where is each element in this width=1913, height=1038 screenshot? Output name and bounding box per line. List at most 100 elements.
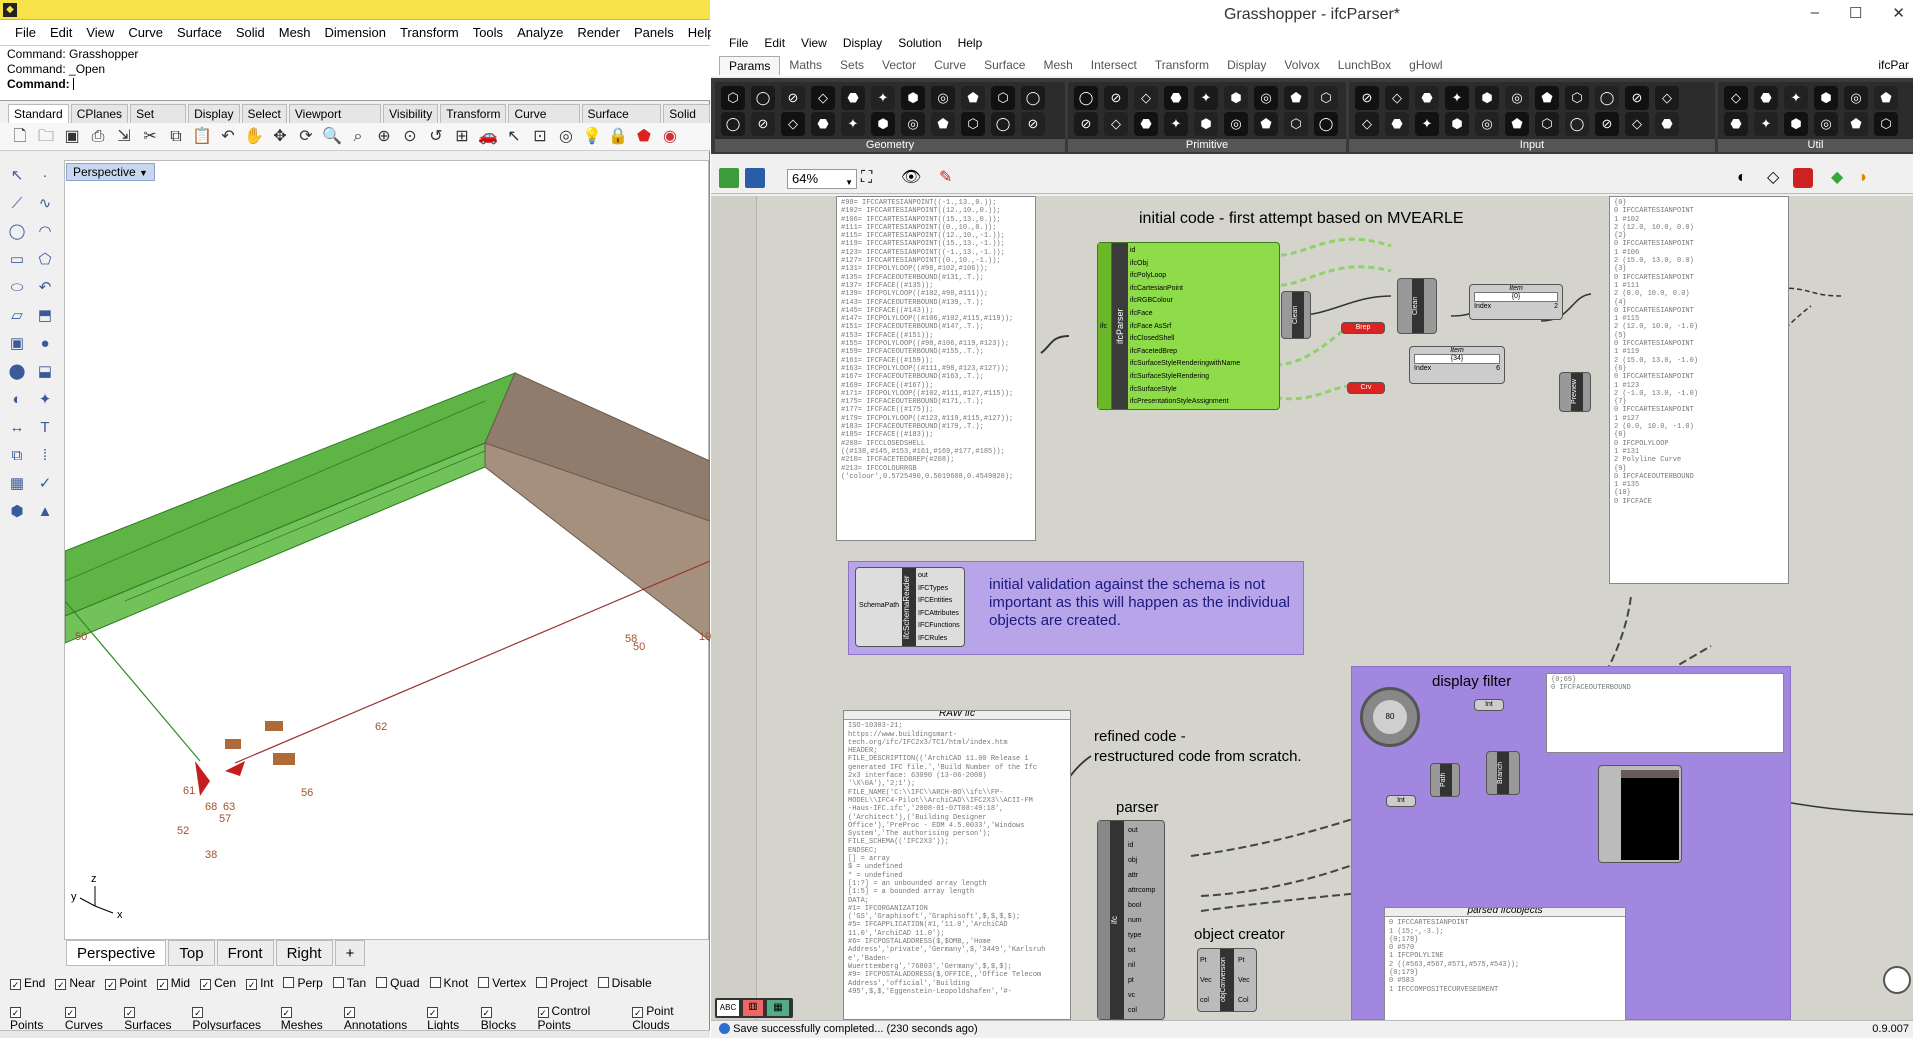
viewport-tab-front[interactable]: Front xyxy=(216,940,274,966)
clean-component-2[interactable]: Clean xyxy=(1397,278,1437,334)
palette-component-icon[interactable]: ◎ xyxy=(1224,112,1248,136)
zoom-extents-icon[interactable]: ⊕ xyxy=(372,125,396,149)
palette-component-icon[interactable]: ⬡ xyxy=(1284,112,1308,136)
validation-group[interactable]: SchemaPath ifcSchemaReader out IFCTypes IF… xyxy=(848,561,1304,655)
parser-output-port[interactable]: id xyxy=(1128,838,1155,853)
target-icon[interactable]: ◎ xyxy=(554,125,578,149)
filter-checkbox[interactable]: ✓ xyxy=(192,1007,204,1018)
toolbar-tab[interactable]: Solid T xyxy=(663,104,710,135)
parser-output-port[interactable]: obj xyxy=(1128,853,1155,868)
palette-component-icon[interactable]: ⬟ xyxy=(1284,86,1308,110)
toolbar-tab[interactable]: Curve Tools xyxy=(508,104,580,135)
menu-item-mesh[interactable]: Mesh xyxy=(272,25,318,40)
parser-output-port[interactable]: type xyxy=(1128,928,1155,943)
filter-checkbox[interactable]: ✓ xyxy=(632,1007,644,1018)
dimension-icon[interactable]: ↔ xyxy=(6,417,28,439)
osnap-checkbox[interactable] xyxy=(332,977,344,988)
selected-preview-icon[interactable]: ◆ xyxy=(1831,168,1851,188)
osnap-checkbox[interactable] xyxy=(283,977,295,988)
gh-tab-params[interactable]: Params xyxy=(719,55,781,75)
palette-component-icon[interactable]: ⬢ xyxy=(1445,112,1469,136)
osnap-checkbox[interactable] xyxy=(536,977,548,988)
sketch-pen-icon[interactable]: ✎ xyxy=(939,168,959,188)
zoom-extents-icon[interactable]: ⛶ xyxy=(861,168,881,188)
ifcparser-output-port[interactable]: ifcPolyLoop xyxy=(1130,270,1278,283)
add-viewport-button[interactable]: + xyxy=(334,940,366,966)
filter-surfaces[interactable]: ✓Surfaces xyxy=(124,1004,182,1032)
osnap-tan[interactable]: Tan xyxy=(332,976,366,990)
menu-item-view[interactable]: View xyxy=(79,25,121,40)
schema-output-port[interactable]: IFCAttributes xyxy=(918,608,960,621)
parser-output-port[interactable]: pt xyxy=(1128,973,1155,988)
palette-component-icon[interactable]: ⬣ xyxy=(811,112,835,136)
palette-component-icon[interactable]: ◇ xyxy=(781,112,805,136)
palette-component-icon[interactable]: ⬟ xyxy=(1254,112,1278,136)
osnap-checkbox[interactable]: ✓ xyxy=(200,979,212,990)
palette-component-icon[interactable]: ⬢ xyxy=(1475,86,1499,110)
gh-menu-solution[interactable]: Solution xyxy=(890,36,949,50)
move-icon[interactable]: ✥ xyxy=(268,125,292,149)
palette-component-icon[interactable]: ◯ xyxy=(751,86,775,110)
osnap-knot[interactable]: Knot xyxy=(429,976,468,990)
navigation-compass-icon[interactable] xyxy=(1883,966,1911,994)
filter-checkbox[interactable]: ✓ xyxy=(537,1007,549,1018)
palette-component-icon[interactable]: ⊘ xyxy=(1074,112,1098,136)
palette-component-icon[interactable]: ⬣ xyxy=(1655,112,1679,136)
osnap-project[interactable]: Project xyxy=(536,976,588,990)
palette-component-icon[interactable]: ◎ xyxy=(1254,86,1278,110)
toolbar-tab[interactable]: Select xyxy=(241,104,287,123)
ifcparser-output-port[interactable]: ifcFace AsSrf xyxy=(1130,321,1278,334)
color-swatch-component[interactable] xyxy=(1598,765,1682,863)
close-icon[interactable]: ✕ xyxy=(1892,4,1905,22)
menu-item-surface[interactable]: Surface xyxy=(170,25,229,40)
dice-icon[interactable]: ⚅ xyxy=(743,1000,763,1016)
palette-component-icon[interactable]: ✦ xyxy=(1784,86,1808,110)
ifcparser-output-port[interactable]: ifcFace xyxy=(1130,308,1278,321)
toolbar-tab[interactable]: Visibility xyxy=(383,104,439,123)
palette-component-icon[interactable]: ◇ xyxy=(1655,86,1679,110)
filter-checkbox[interactable]: ✓ xyxy=(10,1007,21,1018)
ifcparser-output-port[interactable]: ifcObj xyxy=(1130,258,1278,271)
osnap-checkbox[interactable] xyxy=(478,977,490,988)
analyze-icon[interactable]: ▲ xyxy=(34,501,56,523)
viewport-menu-chevron-icon[interactable]: ▼ xyxy=(139,168,148,178)
gh-tab-mesh[interactable]: Mesh xyxy=(1034,56,1081,74)
osnap-checkbox[interactable] xyxy=(429,977,441,988)
obj-output-port[interactable]: Pt xyxy=(1238,951,1250,971)
ifcparser-output-port[interactable]: id xyxy=(1130,245,1278,258)
menu-item-render[interactable]: Render xyxy=(570,25,627,40)
palette-component-icon[interactable]: ✦ xyxy=(841,112,865,136)
copy-icon[interactable]: ⧉ xyxy=(164,125,188,149)
branch-component[interactable]: Branch xyxy=(1486,751,1520,795)
gh-tab-vector[interactable]: Vector xyxy=(873,56,925,74)
display-filter-group[interactable]: display filter 80 Int Int Path Branch {0… xyxy=(1351,666,1791,1020)
palette-component-icon[interactable]: ⬢ xyxy=(1784,112,1808,136)
toolbar-tab[interactable]: Surface Tools xyxy=(581,104,662,135)
mesh-icon[interactable]: ▦ xyxy=(6,473,28,495)
list-item-component[interactable]: Item {0} Index 2 xyxy=(1469,284,1563,320)
arc-icon[interactable]: ◠ xyxy=(34,221,56,243)
osnap-checkbox[interactable] xyxy=(376,977,388,988)
osnap-end[interactable]: ✓ End xyxy=(10,976,45,990)
import-icon[interactable]: ⇲ xyxy=(112,125,136,149)
path-component[interactable]: Path xyxy=(1430,763,1460,797)
palette-component-icon[interactable]: ⊘ xyxy=(751,112,775,136)
filter-checkbox[interactable]: ✓ xyxy=(427,1007,439,1018)
palette-component-icon[interactable]: ✦ xyxy=(1445,86,1469,110)
array-icon[interactable]: ⁞ xyxy=(34,445,56,467)
toolbar-tab[interactable]: Set View xyxy=(130,104,187,135)
ellipse-icon[interactable]: ⬭ xyxy=(6,277,28,299)
command-area[interactable]: Command: Grasshopper Command: _Open Comm… xyxy=(0,45,710,101)
boolean-icon[interactable]: ◐ xyxy=(6,389,28,411)
filter-blocks[interactable]: ✓Blocks xyxy=(480,1004,528,1032)
viewport-tab-perspective[interactable]: Perspective xyxy=(66,940,167,966)
parsed-objects-panel[interactable]: parsed ifcobjects 0 IFCCARTESIANPOINT 1 (… xyxy=(1384,907,1626,1020)
palette-component-icon[interactable]: ⬢ xyxy=(871,112,895,136)
polygon-icon[interactable]: ⬠ xyxy=(34,249,56,271)
menu-item-dimension[interactable]: Dimension xyxy=(318,25,393,40)
palette-component-icon[interactable]: ✦ xyxy=(871,86,895,110)
filter-polysurfaces[interactable]: ✓Polysurfaces xyxy=(192,1004,270,1032)
parser-output-port[interactable]: txt xyxy=(1128,943,1155,958)
gh-tab-volvox[interactable]: Volvox xyxy=(1275,56,1328,74)
select-arrow-icon[interactable]: ↖ xyxy=(6,165,28,187)
